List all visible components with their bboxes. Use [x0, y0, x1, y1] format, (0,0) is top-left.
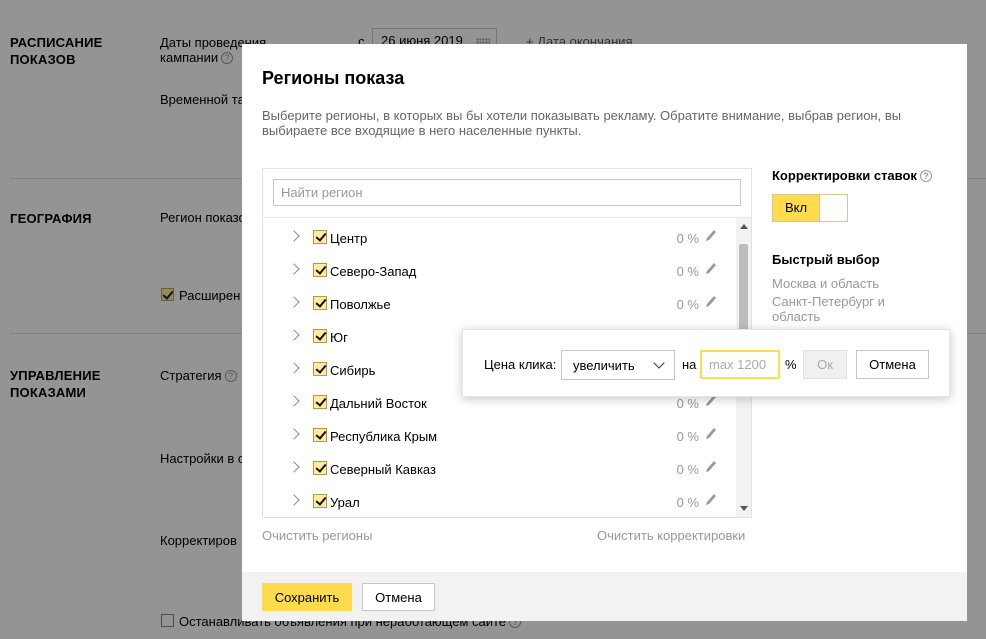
help-icon[interactable]: ?: [919, 170, 932, 182]
bid-corrections-toggle[interactable]: Вкл: [772, 194, 848, 222]
pencil-icon[interactable]: [703, 261, 717, 277]
region-correction-value: 0 %: [676, 396, 699, 411]
region-checkbox[interactable]: [313, 362, 327, 376]
region-name: Дальний Восток: [330, 396, 427, 411]
clear-regions-link[interactable]: Очистить регионы: [262, 528, 372, 543]
pencil-icon[interactable]: [703, 459, 717, 475]
chevron-down-icon: [653, 357, 665, 369]
modal-title: Регионы показа: [262, 68, 405, 88]
bid-correction-popup: Цена клика: увеличить на % Ок Отмена: [462, 329, 950, 397]
clear-corrections-link[interactable]: Очистить корректировки: [597, 528, 745, 543]
region-name: Северо-Запад: [330, 264, 417, 279]
direction-select-value: увеличить: [573, 358, 635, 373]
chevron-right-icon[interactable]: [288, 428, 300, 440]
cancel-button[interactable]: Отмена: [362, 583, 435, 611]
region-name: Поволжье: [330, 297, 391, 312]
search-wrap: [263, 169, 751, 218]
chevron-right-icon[interactable]: [288, 329, 300, 341]
region-checkbox[interactable]: [313, 428, 327, 442]
chevron-right-icon[interactable]: [288, 395, 300, 407]
region-checkbox[interactable]: [313, 329, 327, 343]
region-correction-value: 0 %: [676, 429, 699, 444]
region-name: Центр: [330, 231, 368, 246]
ok-button[interactable]: Ок: [803, 350, 847, 379]
chevron-right-icon[interactable]: [288, 362, 300, 374]
region-correction-value: 0 %: [676, 231, 699, 246]
popup-cancel-button[interactable]: Отмена: [856, 350, 929, 379]
toggle-on-label: Вкл: [773, 195, 819, 221]
list-item[interactable]: Поволжье 0 %: [263, 288, 735, 321]
region-checkbox[interactable]: [313, 395, 327, 409]
region-name: Юг: [330, 330, 348, 345]
region-name: Республика Крым: [330, 429, 438, 444]
by-label: на: [682, 357, 697, 372]
quick-select-item[interactable]: Санкт-Петербург и область: [772, 294, 922, 324]
toggle-knob: [819, 195, 847, 221]
pencil-icon[interactable]: [703, 228, 717, 244]
correction-percent-input[interactable]: [700, 350, 780, 379]
chevron-right-icon[interactable]: [288, 494, 300, 506]
region-correction-value: 0 %: [676, 297, 699, 312]
list-item[interactable]: Северо-Запад 0 %: [263, 255, 735, 288]
quick-select-item[interactable]: Москва и область: [772, 276, 922, 291]
bid-corrections-title: Корректировки ставок?: [772, 168, 962, 183]
region-checkbox[interactable]: [313, 296, 327, 310]
scroll-up-icon[interactable]: [740, 224, 748, 229]
pencil-icon[interactable]: [703, 294, 717, 310]
chevron-right-icon[interactable]: [288, 263, 300, 275]
list-item[interactable]: Центр 0 %: [263, 222, 735, 255]
chevron-right-icon[interactable]: [288, 296, 300, 308]
scroll-down-icon[interactable]: [740, 506, 748, 511]
list-item[interactable]: Северный Кавказ 0 %: [263, 453, 735, 486]
chevron-right-icon[interactable]: [288, 230, 300, 242]
list-item[interactable]: Республика Крым 0 %: [263, 420, 735, 453]
region-checkbox[interactable]: [313, 230, 327, 244]
region-checkbox[interactable]: [313, 263, 327, 277]
region-search-input[interactable]: [273, 179, 741, 206]
side-panel: Корректировки ставок? Вкл Быстрый выбор …: [772, 168, 962, 324]
list-item[interactable]: Урал 0 %: [263, 486, 735, 517]
direction-select[interactable]: увеличить: [561, 350, 675, 380]
region-checkbox[interactable]: [313, 461, 327, 475]
pencil-icon[interactable]: [703, 492, 717, 508]
region-name: Урал: [330, 495, 360, 510]
modal-footer: Сохранить Отмена: [242, 572, 967, 621]
region-correction-value: 0 %: [676, 462, 699, 477]
click-price-label: Цена клика:: [484, 357, 557, 372]
region-correction-value: 0 %: [676, 495, 699, 510]
region-name: Сибирь: [330, 363, 376, 378]
chevron-right-icon[interactable]: [288, 461, 300, 473]
percent-sign: %: [785, 357, 797, 372]
pencil-icon[interactable]: [703, 426, 717, 442]
save-button[interactable]: Сохранить: [262, 583, 352, 611]
modal-description: Выберите регионы, в которых вы бы хотели…: [262, 108, 902, 138]
region-name: Северный Кавказ: [330, 462, 436, 477]
region-correction-value: 0 %: [676, 264, 699, 279]
quick-select-title: Быстрый выбор: [772, 252, 880, 267]
region-checkbox[interactable]: [313, 494, 327, 508]
